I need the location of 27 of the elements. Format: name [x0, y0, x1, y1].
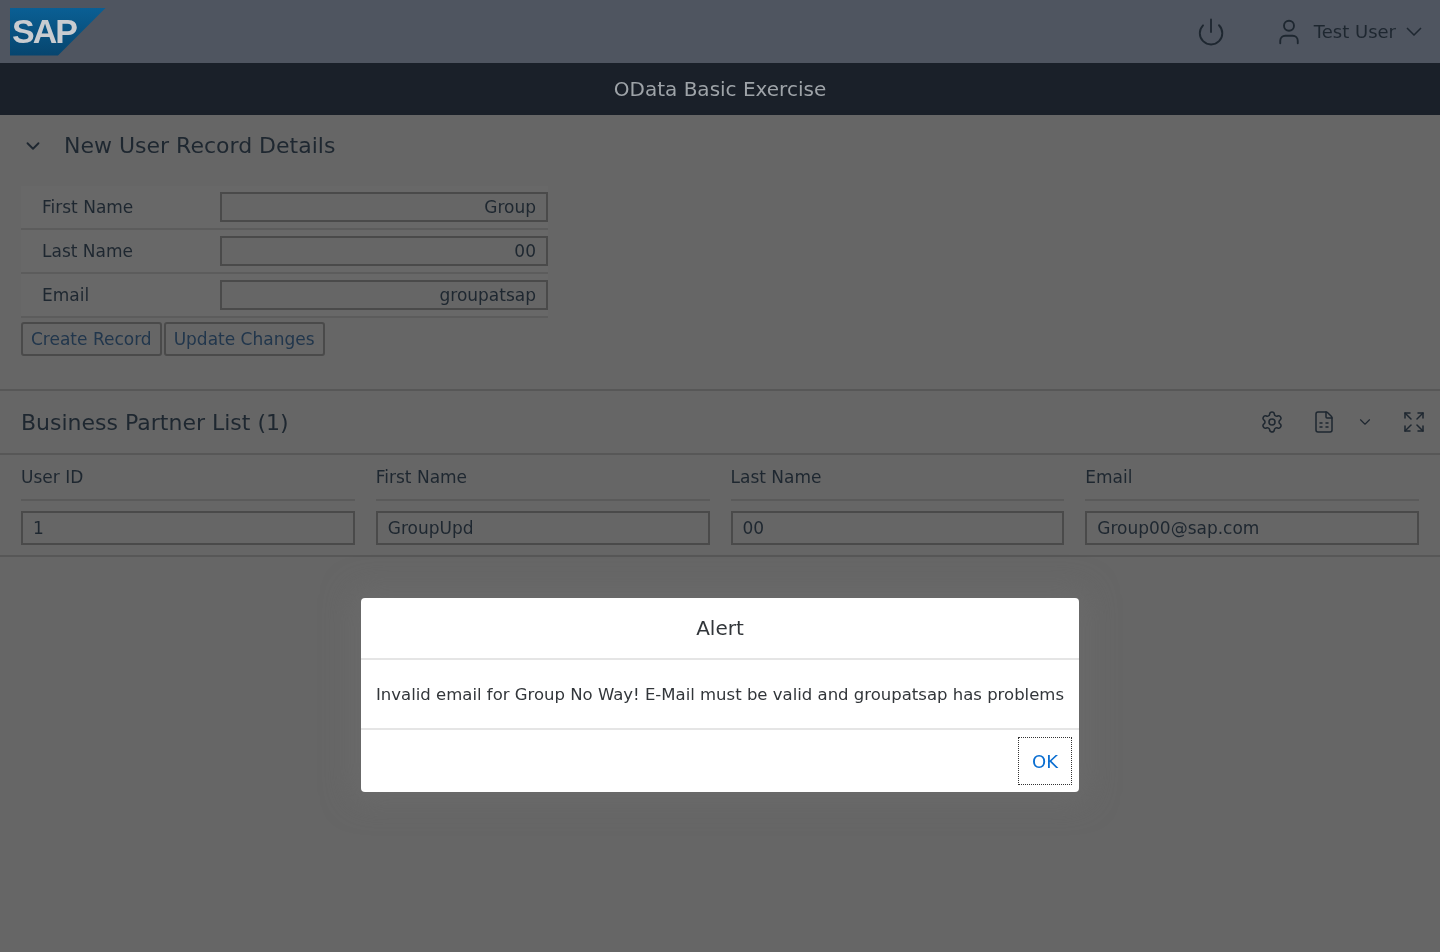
- sap-logo: SAP: [10, 7, 106, 56]
- fullscreen-icon[interactable]: [1402, 410, 1426, 434]
- dialog-title: Alert: [696, 616, 744, 640]
- caret-icon: [1406, 27, 1422, 36]
- column-header: First Name: [375, 455, 710, 501]
- field-label: First Name: [41, 197, 135, 217]
- cell-input[interactable]: GroupUpd: [375, 511, 710, 545]
- input-field[interactable]: groupatsap: [220, 280, 548, 310]
- action-button[interactable]: Update Changes: [163, 322, 325, 356]
- field-label: Email: [41, 285, 91, 305]
- column-header: Email: [1085, 455, 1419, 501]
- input-field[interactable]: 00: [220, 236, 548, 266]
- input-field[interactable]: Group: [220, 192, 548, 222]
- dialog-message: Invalid email for Group No Way! E-Mail must be valid and groupatsap has problems: [376, 684, 1064, 704]
- column-header: User ID: [21, 455, 355, 501]
- spreadsheet-icon[interactable]: [1312, 410, 1336, 434]
- list-title: Business Partner List (1): [21, 409, 289, 435]
- ok-button[interactable]: OK: [1018, 737, 1072, 785]
- action-button[interactable]: Create Record: [21, 322, 162, 356]
- field-label: Last Name: [41, 241, 134, 261]
- settings-icon[interactable]: [1260, 410, 1284, 434]
- column-header: Last Name: [730, 455, 1065, 501]
- cell-input[interactable]: Group00@sap.com: [1085, 511, 1419, 545]
- cell-input[interactable]: 00: [730, 511, 1065, 545]
- app-title: OData Basic Exercise: [613, 77, 827, 101]
- section-title: New User Record Details: [64, 133, 336, 158]
- cell-input[interactable]: 1: [21, 511, 355, 545]
